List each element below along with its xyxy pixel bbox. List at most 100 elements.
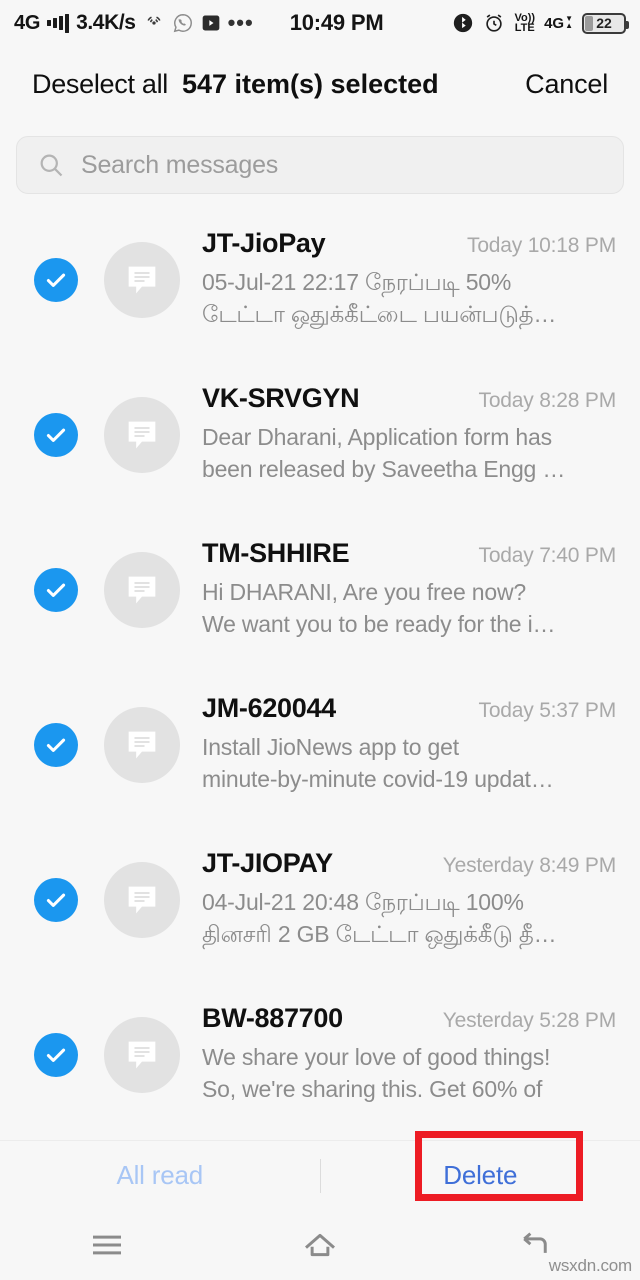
message-bubble-icon (128, 421, 156, 448)
more-dots-icon: ••• (227, 10, 254, 35)
message-snippet: We share your love of good things! So, w… (202, 1042, 616, 1105)
search-icon (37, 151, 65, 179)
message-timestamp: Today 7:40 PM (478, 544, 617, 568)
message-sender: JT-JIOPAY (202, 848, 333, 879)
check-icon (46, 428, 66, 442)
message-timestamp: Today 8:28 PM (478, 389, 617, 413)
check-icon (46, 1048, 66, 1062)
message-bubble-icon (128, 731, 156, 758)
message-timestamp: Yesterday 8:49 PM (442, 854, 616, 878)
message-bubble-icon (128, 886, 156, 913)
message-list[interactable]: JT-JioPay Today 10:18 PM 05-Jul-21 22:17… (0, 202, 640, 1280)
table-row[interactable]: BW-887700 Yesterday 5:28 PM We share you… (0, 977, 640, 1132)
search-input[interactable]: Search messages (16, 136, 624, 194)
message-sender: TM-SHHIRE (202, 538, 350, 569)
row-header: BW-887700 Yesterday 5:28 PM (202, 1003, 616, 1034)
message-snippet-line1: 04-Jul-21 20:48 நேரப்படி 100% (202, 889, 524, 916)
row-content: BW-887700 Yesterday 5:28 PM We share you… (202, 1003, 620, 1105)
bluetooth-icon (452, 12, 474, 34)
row-header: TM-SHHIRE Today 7:40 PM (202, 538, 616, 569)
status-bar-clock: 10:49 PM (289, 10, 384, 35)
row-content: TM-SHHIRE Today 7:40 PM Hi DHARANI, Are … (202, 538, 620, 640)
row-checkbox[interactable] (34, 877, 78, 922)
message-bubble-icon (128, 1041, 156, 1068)
message-sender: BW-887700 (202, 1003, 343, 1034)
message-snippet-line1: Dear Dharani, Application form has (202, 424, 552, 451)
message-bubble-icon (128, 576, 156, 603)
table-row[interactable]: TM-SHHIRE Today 7:40 PM Hi DHARANI, Are … (0, 512, 640, 667)
data-network-icon: 4G ▼ ▲ (544, 15, 573, 32)
message-snippet-line1: 05-Jul-21 22:17 நேரப்படி 50% (202, 269, 512, 296)
menu-icon (92, 1235, 121, 1255)
message-snippet-line2: தினசரி 2 GB டேட்டா ஒதுக்கீடு தீ… (202, 921, 557, 947)
signal-bars-icon (47, 13, 70, 33)
message-sender: JM-620044 (202, 693, 336, 724)
alarm-clock-icon (483, 12, 505, 34)
volte-bottom-label: LTE (514, 22, 535, 34)
avatar (104, 396, 180, 473)
message-snippet: 05-Jul-21 22:17 நேரப்படி 50% டேட்டா ஒதுக… (202, 267, 616, 330)
row-checkbox[interactable] (34, 412, 78, 457)
message-snippet-line1: We share your love of good things! (202, 1044, 551, 1071)
home-button[interactable] (213, 1224, 426, 1266)
site-watermark: wsxdn.com (548, 1256, 632, 1275)
whatsapp-icon (172, 12, 194, 34)
message-snippet-line2: So, we're sharing this. Get 60% of (202, 1076, 543, 1102)
status-bar-center: 10:49 PM (254, 10, 453, 36)
play-video-icon (201, 13, 221, 33)
search-container: Search messages (0, 122, 640, 202)
data-transfer-arrows-icon: ▼ ▲ (565, 14, 573, 30)
message-snippet-line2: டேட்டா ஒதுக்கீட்டை பயன்படுத்… (202, 301, 557, 327)
status-bar-left: 4G 3.4K/s ••• (14, 10, 254, 36)
data-network-label: 4G (544, 14, 565, 32)
row-content: JT-JIOPAY Yesterday 8:49 PM 04-Jul-21 20… (202, 848, 620, 950)
row-checkbox[interactable] (34, 1032, 78, 1077)
avatar (104, 241, 180, 318)
message-snippet-line1: Install JioNews app to get (202, 734, 459, 761)
message-snippet-line1: Hi DHARANI, Are you free now? (202, 579, 526, 606)
row-header: VK-SRVGYN Today 8:28 PM (202, 383, 616, 414)
table-row[interactable]: JM-620044 Today 5:37 PM Install JioNews … (0, 667, 640, 822)
table-row[interactable]: VK-SRVGYN Today 8:28 PM Dear Dharani, Ap… (0, 357, 640, 512)
avatar (104, 1016, 180, 1093)
android-navigation-bar (0, 1210, 640, 1280)
row-content: VK-SRVGYN Today 8:28 PM Dear Dharani, Ap… (202, 383, 620, 485)
home-icon (305, 1233, 335, 1257)
phone-screen: 4G 3.4K/s ••• 10:49 PM Vo)) LTE 4G ▼ ▲ 2… (0, 0, 640, 1280)
check-icon (46, 893, 66, 907)
status-bar: 4G 3.4K/s ••• 10:49 PM Vo)) LTE 4G ▼ ▲ 2… (0, 0, 640, 46)
message-snippet: 04-Jul-21 20:48 நேரப்படி 100% தினசரி 2 G… (202, 887, 616, 950)
all-read-button[interactable]: All read (0, 1160, 320, 1191)
message-timestamp: Today 5:37 PM (478, 699, 617, 723)
deselect-all-button[interactable]: Deselect all (32, 69, 168, 100)
message-sender: VK-SRVGYN (202, 383, 360, 414)
message-timestamp: Yesterday 5:28 PM (442, 1009, 616, 1033)
selection-header: Deselect all 547 item(s) selected Cancel (0, 46, 640, 122)
row-checkbox[interactable] (34, 722, 78, 767)
avatar (104, 861, 180, 938)
menu-button[interactable] (0, 1224, 213, 1266)
avatar (104, 706, 180, 783)
message-snippet: Dear Dharani, Application form has been … (202, 422, 616, 485)
battery-level-label: 22 (596, 15, 612, 31)
network-type-label: 4G (14, 11, 41, 34)
delete-button[interactable]: Delete (321, 1160, 640, 1191)
row-checkbox[interactable] (34, 567, 78, 612)
message-timestamp: Today 10:18 PM (467, 234, 616, 258)
row-checkbox[interactable] (34, 257, 78, 302)
table-row[interactable]: JT-JioPay Today 10:18 PM 05-Jul-21 22:17… (0, 202, 640, 357)
avatar (104, 551, 180, 628)
volte-icon: Vo)) LTE (514, 12, 535, 34)
message-snippet-line2: been released by Saveetha Engg … (202, 456, 566, 482)
check-icon (46, 583, 66, 597)
message-snippet: Hi DHARANI, Are you free now? We want yo… (202, 577, 616, 640)
row-content: JM-620044 Today 5:37 PM Install JioNews … (202, 693, 620, 795)
row-header: JT-JioPay Today 10:18 PM (202, 228, 616, 259)
message-snippet-line2: We want you to be ready for the i… (202, 611, 556, 637)
row-header: JM-620044 Today 5:37 PM (202, 693, 616, 724)
message-bubble-icon (128, 266, 156, 293)
message-sender: JT-JioPay (202, 228, 326, 259)
table-row[interactable]: JT-JIOPAY Yesterday 8:49 PM 04-Jul-21 20… (0, 822, 640, 977)
message-snippet-line2: minute-by-minute covid-19 updat… (202, 766, 554, 792)
cancel-button[interactable]: Cancel (525, 69, 608, 100)
